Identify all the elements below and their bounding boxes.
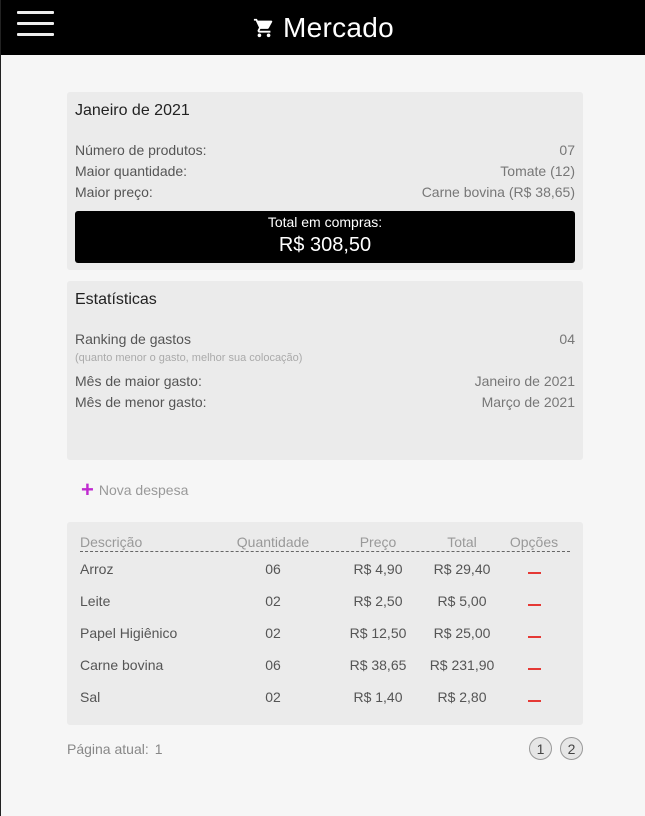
- cell-description: Sal: [80, 689, 101, 705]
- cell-total: R$ 2,80: [437, 689, 487, 705]
- hamburger-menu-icon[interactable]: [17, 11, 54, 36]
- ranking-hint: (quanto menor o gasto, melhor sua coloca…: [75, 352, 303, 364]
- cell-price: R$ 38,65: [349, 657, 407, 673]
- cell-options: [509, 625, 559, 641]
- remove-icon[interactable]: [527, 572, 541, 574]
- table-row: Arroz 06 R$ 4,90 R$ 29,40: [80, 561, 570, 581]
- summary-row-label: Maior quantidade:: [75, 163, 188, 179]
- cell-quantity: 06: [265, 657, 281, 673]
- new-expense-button[interactable]: + Nova despesa: [81, 477, 189, 502]
- stats-row-ranking: Ranking de gastos 04: [75, 331, 575, 347]
- summary-row-value: Tomate (12): [500, 163, 575, 179]
- remove-icon[interactable]: [527, 700, 541, 702]
- summary-row-value: Carne bovina (R$ 38,65): [421, 184, 575, 200]
- plus-icon: +: [81, 477, 94, 502]
- stats-row-max-month: Mês de maior gasto: Janeiro de 2021: [75, 373, 575, 389]
- cell-options: [509, 689, 559, 705]
- column-header-total: Total: [447, 534, 477, 550]
- column-header-description: Descrição: [80, 534, 143, 550]
- stats-row-label: Ranking de gastos: [75, 331, 191, 347]
- cell-description: Papel Higiênico: [80, 625, 178, 641]
- cell-total: R$ 5,00: [437, 593, 487, 609]
- summary-title: Janeiro de 2021: [75, 102, 190, 119]
- cell-options: [509, 593, 559, 609]
- cell-quantity: 02: [265, 689, 281, 705]
- stats-row-label: Mês de menor gasto:: [75, 394, 207, 410]
- cell-price: R$ 4,90: [353, 561, 403, 577]
- cell-price: R$ 12,50: [349, 625, 407, 641]
- current-page-number: 1: [154, 741, 163, 757]
- cell-description: Carne bovina: [80, 657, 164, 673]
- remove-icon[interactable]: [527, 668, 541, 670]
- brand: Mercado: [253, 12, 394, 44]
- app-header: Mercado: [1, 0, 645, 55]
- stats-row-value: 04: [559, 331, 575, 347]
- summary-row-label: Maior preço:: [75, 184, 153, 200]
- table-row: Papel Higiênico 02 R$ 12,50 R$ 25,00: [80, 625, 570, 645]
- cell-options: [509, 657, 559, 673]
- summary-row-max-price: Maior preço: Carne bovina (R$ 38,65): [75, 184, 575, 200]
- cell-price: R$ 1,40: [353, 689, 403, 705]
- page-button-2[interactable]: 2: [560, 737, 583, 760]
- cell-quantity: 02: [265, 593, 281, 609]
- stats-row-value: Março de 2021: [481, 394, 575, 410]
- page-button-1[interactable]: 1: [529, 737, 552, 760]
- cell-description: Leite: [80, 593, 111, 609]
- total-value: R$ 308,50: [278, 234, 372, 256]
- table-row: Leite 02 R$ 2,50 R$ 5,00: [80, 593, 570, 613]
- column-header-price: Preço: [359, 534, 397, 550]
- remove-icon[interactable]: [527, 604, 541, 606]
- current-page-label: Página atual:: [67, 741, 149, 757]
- app-title: Mercado: [283, 12, 395, 43]
- monthly-summary-card: Janeiro de 2021 Número de produtos: 07 M…: [67, 92, 583, 270]
- total-purchases-box: Total em compras: R$ 308,50: [75, 211, 575, 263]
- stats-row-min-month: Mês de menor gasto: Março de 2021: [75, 394, 575, 410]
- cell-options: [509, 561, 559, 577]
- statistics-card: Estatísticas Ranking de gastos 04 (quant…: [67, 281, 583, 460]
- table-row: Carne bovina 06 R$ 38,65 R$ 231,90: [80, 657, 570, 677]
- column-header-options: Opções: [509, 534, 559, 550]
- table-row: Sal 02 R$ 1,40 R$ 2,80: [80, 689, 570, 709]
- shopping-cart-icon: [253, 18, 273, 38]
- statistics-title: Estatísticas: [75, 291, 157, 308]
- cell-total: R$ 231,90: [429, 657, 495, 673]
- cell-quantity: 06: [265, 561, 281, 577]
- stats-row-label: Mês de maior gasto:: [75, 373, 202, 389]
- column-header-quantity: Quantidade: [236, 534, 310, 550]
- summary-row-label: Número de produtos:: [75, 142, 207, 158]
- summary-row-products: Número de produtos: 07: [75, 142, 575, 158]
- expenses-table: Descrição Quantidade Preço Total Opções …: [67, 522, 583, 725]
- cell-price: R$ 2,50: [353, 593, 403, 609]
- remove-icon[interactable]: [527, 636, 541, 638]
- cell-description: Arroz: [80, 561, 114, 577]
- summary-row-max-quantity: Maior quantidade: Tomate (12): [75, 163, 575, 179]
- cell-total: R$ 25,00: [433, 625, 491, 641]
- summary-row-value: 07: [559, 142, 575, 158]
- cell-total: R$ 29,40: [433, 561, 491, 577]
- current-page-indicator: Página atual: 1: [67, 741, 163, 757]
- stats-row-value: Janeiro de 2021: [474, 373, 575, 389]
- total-label: Total em compras:: [267, 214, 383, 230]
- new-expense-label: Nova despesa: [98, 482, 189, 498]
- table-header: Descrição Quantidade Preço Total Opções: [80, 534, 570, 552]
- cell-quantity: 02: [265, 625, 281, 641]
